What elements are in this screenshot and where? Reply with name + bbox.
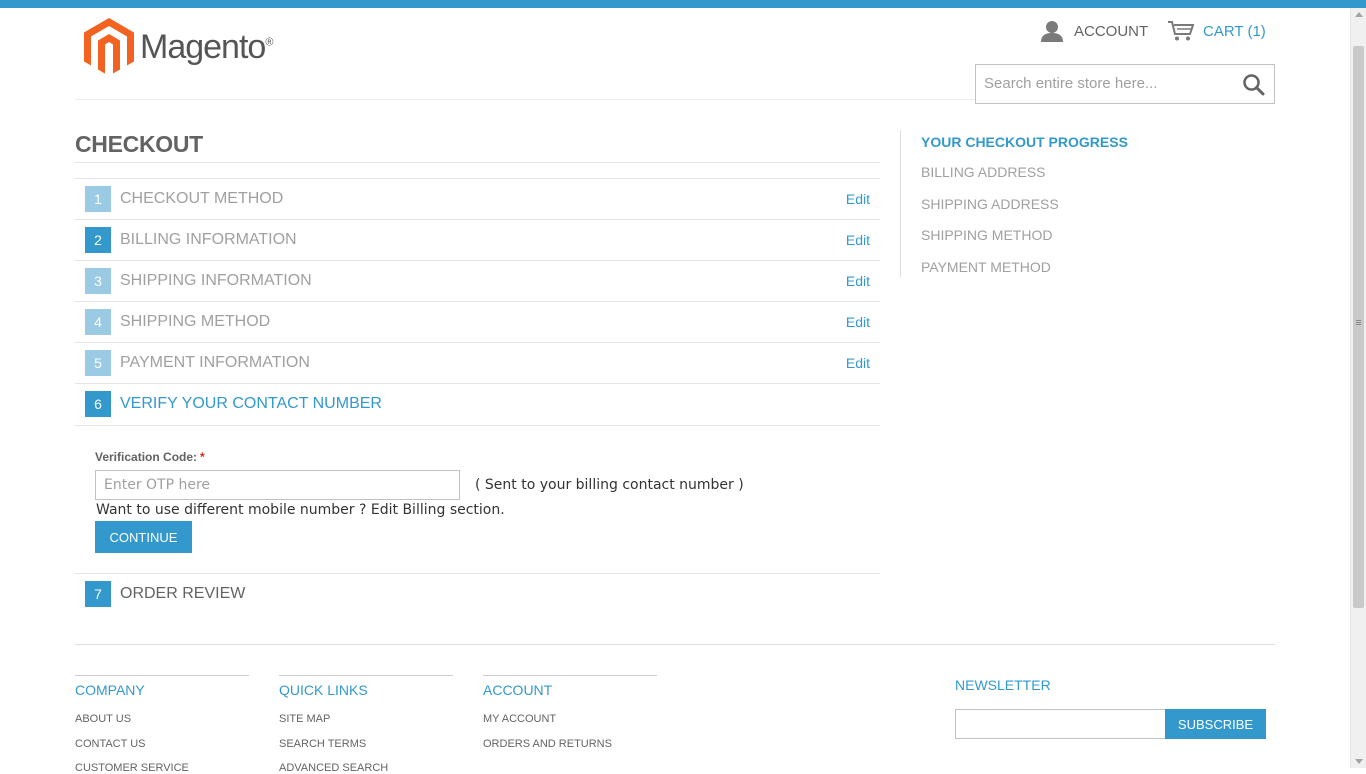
checkout-step-order-review-wrapper: 7 ORDER REVIEW	[75, 573, 880, 614]
checkout-step-shipping-method[interactable]: 4 SHIPPING METHOD Edit	[75, 301, 880, 342]
step-number: 6	[85, 391, 111, 417]
edit-checkout-method-link[interactable]: Edit	[846, 191, 870, 207]
search-icon	[1243, 74, 1265, 96]
progress-item-billing-address: BILLING ADDRESS	[921, 164, 1046, 180]
checkout-steps: 1 CHECKOUT METHOD Edit 2 BILLING INFORMA…	[75, 178, 880, 424]
footer-column-title: ACCOUNT	[483, 682, 553, 698]
footer-link-search-terms[interactable]: SEARCH TERMS	[279, 738, 366, 750]
title-divider	[75, 162, 880, 163]
cart-link[interactable]: CART (1)	[1167, 20, 1266, 42]
footer-link-orders-and-returns[interactable]: ORDERS AND RETURNS	[483, 738, 612, 750]
search-button[interactable]	[1242, 73, 1266, 97]
checkout-step-payment-information[interactable]: 5 PAYMENT INFORMATION Edit	[75, 342, 880, 383]
search-form	[975, 64, 1275, 104]
progress-item-shipping-address: SHIPPING ADDRESS	[921, 196, 1059, 212]
edit-billing-hint: Want to use different mobile number ? Ed…	[96, 502, 505, 518]
step-number: 2	[85, 227, 111, 253]
search-input[interactable]	[976, 65, 1247, 101]
edit-payment-information-link[interactable]: Edit	[846, 355, 870, 371]
step-title: BILLING INFORMATION	[120, 231, 297, 248]
footer-link-contact-us[interactable]: CONTACT US	[75, 738, 146, 750]
checkout-step-order-review: 7 ORDER REVIEW	[75, 573, 880, 614]
page-scrollbar[interactable]	[1350, 8, 1366, 768]
step-title: VERIFY YOUR CONTACT NUMBER	[120, 395, 382, 412]
account-label: ACCOUNT	[1074, 22, 1149, 40]
footer-divider	[75, 644, 1275, 645]
site-logo[interactable]: Magento®	[84, 18, 273, 76]
checkout-step-shipping-information[interactable]: 3 SHIPPING INFORMATION Edit	[75, 260, 880, 301]
step-title: PAYMENT INFORMATION	[120, 354, 310, 371]
footer-column-title: COMPANY	[75, 682, 145, 698]
user-icon	[1041, 21, 1063, 42]
scroll-up-arrow-icon[interactable]	[1355, 12, 1363, 17]
checkout-progress-sidebar: YOUR CHECKOUT PROGRESS BILLING ADDRESS S…	[900, 130, 1201, 277]
footer-link-my-account[interactable]: MY ACCOUNT	[483, 713, 556, 725]
account-link[interactable]: ACCOUNT	[1040, 20, 1148, 42]
footer-link-customer-service[interactable]: CUSTOMER SERVICE	[75, 762, 189, 774]
checkout-step-checkout-method[interactable]: 1 CHECKOUT METHOD Edit	[75, 178, 880, 219]
footer-column-company: COMPANY ABOUT US CONTACT US CUSTOMER SER…	[75, 675, 249, 774]
verification-code-label: Verification Code: *	[95, 450, 205, 464]
progress-item-shipping-method: SHIPPING METHOD	[921, 227, 1053, 243]
logo-wordmark: Magento®	[140, 27, 273, 66]
edit-shipping-information-link[interactable]: Edit	[846, 273, 870, 289]
footer-column-title: QUICK LINKS	[279, 682, 368, 698]
edit-billing-information-link[interactable]: Edit	[846, 232, 870, 248]
cart-icon	[1168, 21, 1195, 41]
otp-sent-hint: ( Sent to your billing contact number )	[475, 477, 744, 493]
step-title: SHIPPING METHOD	[120, 313, 271, 330]
footer-column-account: ACCOUNT MY ACCOUNT ORDERS AND RETURNS	[483, 675, 657, 750]
step-number: 7	[85, 581, 111, 607]
magento-logo-icon	[84, 18, 134, 76]
newsletter-email-input[interactable]	[955, 709, 1166, 739]
subscribe-button[interactable]: SUBSCRIBE	[1165, 709, 1266, 739]
step-number: 4	[85, 309, 111, 335]
verify-contact-panel: Verification Code:* ( Sent to your billi…	[75, 425, 880, 573]
required-asterisk: *	[200, 450, 205, 464]
otp-input[interactable]	[95, 470, 460, 500]
newsletter-title: NEWSLETTER	[955, 677, 1051, 693]
scroll-thumb[interactable]	[1353, 46, 1364, 608]
checkout-progress-title: YOUR CHECKOUT PROGRESS	[921, 134, 1128, 150]
step-title: ORDER REVIEW	[120, 585, 246, 602]
footer-link-about-us[interactable]: ABOUT US	[75, 713, 131, 725]
edit-shipping-method-link[interactable]: Edit	[846, 314, 870, 330]
checkout-step-verify-contact-number: 6 VERIFY YOUR CONTACT NUMBER	[75, 383, 880, 424]
top-accent-bar	[0, 0, 1366, 8]
step-number: 1	[85, 186, 111, 212]
step-title: CHECKOUT METHOD	[120, 190, 284, 207]
step-number: 3	[85, 268, 111, 294]
header-divider	[75, 99, 975, 100]
footer-link-advanced-search[interactable]: ADVANCED SEARCH	[279, 762, 388, 774]
page-title: CHECKOUT	[75, 131, 203, 157]
scroll-down-arrow-icon[interactable]	[1355, 759, 1363, 764]
cart-label: CART (1)	[1203, 22, 1266, 40]
progress-item-payment-method: PAYMENT METHOD	[921, 259, 1051, 275]
footer-link-site-map[interactable]: SITE MAP	[279, 713, 330, 725]
step-number: 5	[85, 350, 111, 376]
footer-column-quick-links: QUICK LINKS SITE MAP SEARCH TERMS ADVANC…	[279, 675, 453, 774]
scroll-grip-icon	[1356, 320, 1361, 321]
checkout-step-billing-information[interactable]: 2 BILLING INFORMATION Edit	[75, 219, 880, 260]
continue-button[interactable]: CONTINUE	[95, 521, 192, 553]
step-title: SHIPPING INFORMATION	[120, 272, 312, 289]
